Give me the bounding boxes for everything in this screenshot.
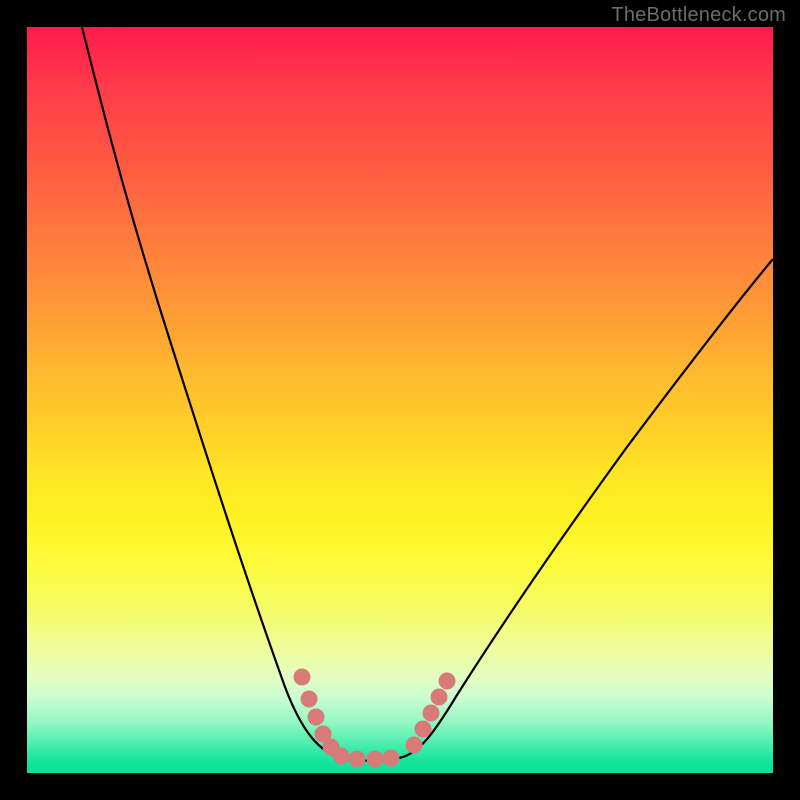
highlight-dots bbox=[294, 669, 456, 768]
highlight-dot bbox=[308, 709, 325, 726]
bottleneck-curve bbox=[82, 27, 773, 761]
chart-plot-area bbox=[27, 27, 773, 773]
highlight-dot bbox=[349, 751, 366, 768]
watermark-label: TheBottleneck.com bbox=[611, 4, 786, 27]
highlight-dot bbox=[294, 669, 311, 686]
highlight-dot bbox=[431, 689, 448, 706]
highlight-dot bbox=[406, 737, 423, 754]
chart-svg bbox=[27, 27, 773, 773]
highlight-dot bbox=[439, 673, 456, 690]
highlight-dot bbox=[301, 691, 318, 708]
chart-frame: TheBottleneck.com bbox=[0, 0, 800, 800]
highlight-dot bbox=[367, 751, 384, 768]
highlight-dot bbox=[383, 750, 400, 767]
curve-group bbox=[82, 27, 773, 761]
highlight-dot bbox=[415, 721, 432, 738]
highlight-dot bbox=[423, 705, 440, 722]
highlight-dot bbox=[333, 748, 350, 765]
